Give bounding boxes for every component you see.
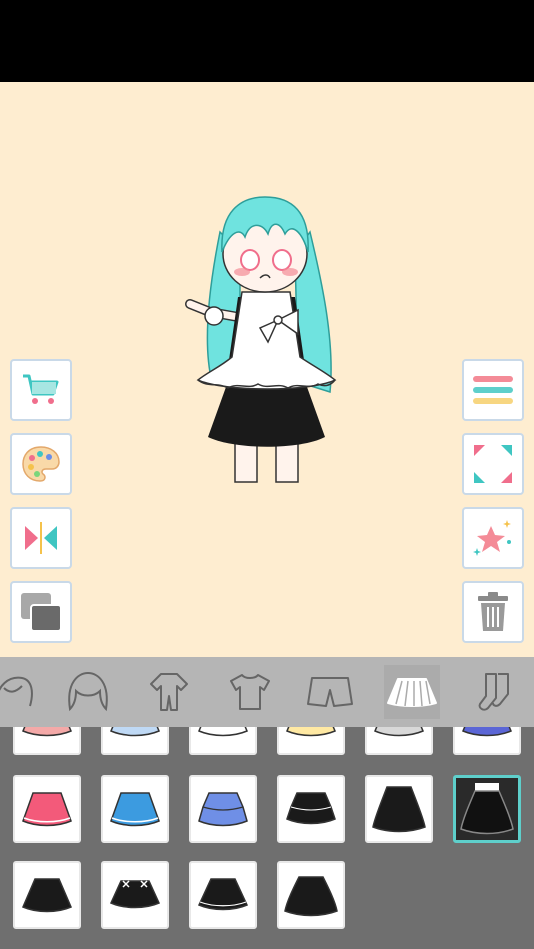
- tab-bottoms[interactable]: [302, 665, 358, 719]
- dress-up-app: [0, 0, 534, 949]
- category-tab-bar: [0, 657, 534, 727]
- skirt-item[interactable]: [101, 861, 169, 929]
- skirt-thumbnail: [198, 727, 248, 737]
- skirt-thumbnail: [462, 727, 512, 737]
- fullscreen-button[interactable]: [462, 433, 524, 495]
- star-sparkle-icon: [473, 520, 511, 556]
- skirt-item[interactable]: [453, 727, 521, 755]
- skirt-thumbnail: [109, 880, 161, 909]
- tab-outfit[interactable]: [141, 665, 197, 719]
- skirt-item[interactable]: [365, 727, 433, 755]
- tab-hair[interactable]: [60, 665, 116, 719]
- skirt-thumbnail: [197, 878, 249, 911]
- skirt-item[interactable]: [101, 775, 169, 843]
- skirt-item[interactable]: [189, 775, 257, 843]
- skirt-item[interactable]: [365, 775, 433, 843]
- character-avatar: [185, 196, 337, 483]
- skirt-item[interactable]: [277, 861, 345, 929]
- skirt-item[interactable]: [13, 861, 81, 929]
- color-palette-button[interactable]: [10, 433, 72, 495]
- socks-icon: [478, 673, 509, 711]
- skirt-thumbnail: [198, 792, 248, 827]
- character-stage: [0, 82, 534, 657]
- layers-button[interactable]: [10, 581, 72, 643]
- jumpsuit-icon: [150, 673, 188, 711]
- skirt-item-selected[interactable]: [453, 775, 521, 843]
- palette-icon: [22, 446, 60, 482]
- hair-back-icon: [0, 676, 33, 707]
- skirt-thumbnail: [110, 727, 160, 737]
- mirror-flip-icon: [25, 522, 57, 554]
- skirt-item[interactable]: [189, 727, 257, 755]
- skirt-thumbnail: [460, 783, 514, 835]
- shop-button[interactable]: [10, 359, 72, 421]
- skirt-icon: [387, 678, 437, 707]
- skirt-thumbnail: [110, 792, 160, 827]
- delete-button[interactable]: [462, 581, 524, 643]
- skirt-thumbnail: [286, 727, 336, 737]
- tshirt-icon: [230, 674, 270, 710]
- trash-icon: [478, 592, 508, 631]
- skirt-item[interactable]: [13, 727, 81, 755]
- tab-socks[interactable]: [466, 665, 522, 719]
- skirt-thumbnail: [22, 792, 72, 827]
- skirt-thumbnail: [22, 878, 72, 913]
- skirt-thumbnail: [286, 792, 336, 825]
- skirt-item-grid: [0, 727, 534, 949]
- skirt-thumbnail: [372, 786, 426, 833]
- shorts-icon: [307, 677, 353, 707]
- tab-skirt[interactable]: [384, 665, 440, 719]
- skirt-item[interactable]: [277, 775, 345, 843]
- fullscreen-icon: [474, 445, 512, 483]
- skirt-thumbnail: [284, 876, 338, 917]
- menu-lines-icon: [473, 376, 513, 404]
- skirt-item[interactable]: [101, 727, 169, 755]
- menu-button[interactable]: [462, 359, 524, 421]
- sparkle-button[interactable]: [462, 507, 524, 569]
- flip-button[interactable]: [10, 507, 72, 569]
- skirt-thumbnail: [374, 727, 424, 737]
- skirt-item[interactable]: [13, 775, 81, 843]
- shopping-cart-icon: [23, 374, 59, 404]
- hair-icon: [68, 671, 108, 712]
- skirt-item[interactable]: [189, 861, 257, 929]
- tab-top[interactable]: [222, 665, 278, 719]
- status-bar-area: [0, 0, 534, 82]
- skirt-item[interactable]: [277, 727, 345, 755]
- layers-icon: [21, 593, 62, 632]
- tab-back-hair[interactable]: [0, 665, 42, 719]
- skirt-thumbnail: [22, 727, 72, 737]
